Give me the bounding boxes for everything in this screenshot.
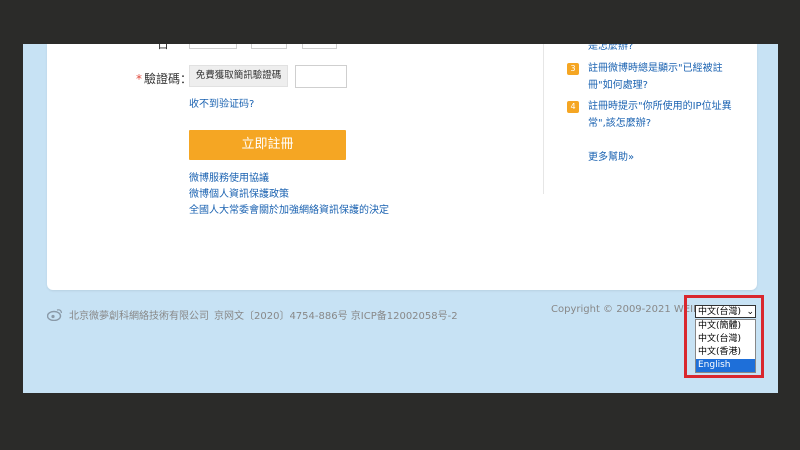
language-selector-highlight: 中文(台灣) ⌄ 中文(簡體) 中文(台灣) 中文(香港) English [684,295,764,378]
browser-viewport: 日 * 驗證碼： 免費獲取簡訊驗證碼 收不到验证码? 立即註冊 微博服務使用協議 … [23,44,778,393]
help-item[interactable]: 註冊微博時總是顯示"已經被註冊"如何處理? [588,60,738,94]
column-divider [543,44,544,194]
send-sms-code-button[interactable]: 免費獲取簡訊驗證碼 [189,65,288,87]
more-help-link[interactable]: 更多幫助» [588,148,634,163]
birthday-year-field[interactable] [189,44,237,49]
help-item[interactable]: 註冊時提示"你所使用的IP位址異常",該怎麼辦? [588,98,738,132]
footer-license: 京网文〔2020〕4754-886号 京ICP备12002058号-2 [214,311,458,322]
chevron-down-icon: ⌄ [746,307,754,317]
agreement-link-npc-decision[interactable]: 全國人大常委會關於加強網絡資訊保護的決定 [189,201,389,216]
birthday-month-field[interactable] [251,44,287,49]
help-number-badge: 3 [567,63,579,75]
language-option-hongkong[interactable]: 中文(香港) [696,346,755,359]
agreement-link-terms[interactable]: 微博服務使用協議 [189,169,269,184]
language-option-simplified[interactable]: 中文(簡體) [696,320,755,333]
language-select[interactable]: 中文(台灣) ⌄ [695,305,756,318]
agreement-link-privacy[interactable]: 微博個人資訊保護政策 [189,185,289,200]
verification-code-input[interactable] [295,65,347,88]
weibo-logo-icon [46,306,63,325]
registration-card: 日 * 驗證碼： 免費獲取簡訊驗證碼 收不到验证码? 立即註冊 微博服務使用協議 … [47,44,757,290]
footer-company: 北京微夢創科網絡技術有限公司 [69,311,209,322]
required-marker: * [136,72,142,86]
register-button[interactable]: 立即註冊 [189,130,346,160]
language-dropdown-list: 中文(簡體) 中文(台灣) 中文(香港) English [695,319,756,373]
birthday-day-field[interactable] [302,44,337,49]
language-option-english[interactable]: English [696,359,755,372]
not-received-code-link[interactable]: 收不到验证码? [189,95,254,110]
field-label-fragment: 日 [157,44,170,51]
help-number-badge: 4 [567,101,579,113]
help-item[interactable]: 是怎麼辦? [588,44,738,55]
code-label: * 驗證碼： [136,72,193,86]
language-option-taiwan[interactable]: 中文(台灣) [696,333,755,346]
